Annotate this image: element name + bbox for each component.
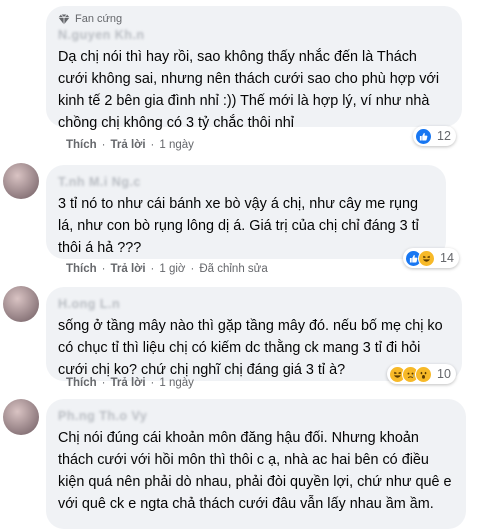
comment-text: Dạ chị nói thì hay rồi, sao không thấy n… — [58, 49, 440, 131]
comment-actions: Thích · Trả lời · 1 ngày — [66, 377, 194, 389]
avatar[interactable] — [3, 399, 39, 435]
comment-bubble: T.nh M.i Ng.c 3 tỉ nó to như cái bánh xe… — [46, 165, 446, 259]
wow-reaction-icon — [415, 365, 432, 383]
commenter-name[interactable]: H.ong L.n — [58, 296, 120, 312]
timestamp[interactable]: 1 ngày — [159, 377, 194, 389]
like-link[interactable]: Thích — [66, 377, 97, 389]
reply-link[interactable]: Trả lời — [111, 139, 146, 151]
commenter-name[interactable]: N.guyen Kh.n — [58, 27, 145, 43]
comment-bubble: Ph.ng Th.o Vy Chị nói đúng cái khoản môn… — [46, 399, 466, 529]
edited-label[interactable]: Đã chỉnh sửa — [199, 263, 267, 275]
reaction-summary[interactable]: 12 — [413, 126, 456, 146]
reaction-summary[interactable]: 14 — [403, 248, 459, 268]
comment-bubble: Fan cứng N.guyen Kh.n Dạ chị nói thì hay… — [46, 6, 462, 131]
reply-link[interactable]: Trả lời — [111, 377, 146, 389]
commenter-name[interactable]: T.nh M.i Ng.c — [58, 174, 141, 190]
timestamp[interactable]: 1 ngày — [159, 139, 194, 151]
comment-actions: Thích · Trả lời · 1 giờ · Đã chỉnh sửa — [66, 263, 268, 275]
like-link[interactable]: Thích — [66, 139, 97, 151]
reply-link[interactable]: Trả lời — [111, 263, 146, 275]
comment-text: Chị nói đúng cái khoản môn đăng hậu đối.… — [58, 430, 452, 512]
avatar[interactable] — [3, 286, 39, 322]
comment-actions: Thích · Trả lời · 1 ngày — [66, 139, 194, 151]
reaction-summary[interactable]: 10 — [387, 364, 456, 384]
reaction-count: 10 — [437, 367, 451, 381]
like-link[interactable]: Thích — [66, 263, 97, 275]
badge-label: Fan cứng — [75, 13, 123, 25]
reaction-count: 12 — [437, 129, 451, 143]
haha-reaction-icon — [418, 249, 435, 267]
commenter-name[interactable]: Ph.ng Th.o Vy — [58, 408, 147, 424]
comment-text: 3 tỉ nó to như cái bánh xe bò vậy á chị,… — [58, 196, 419, 256]
avatar[interactable] — [3, 163, 39, 199]
timestamp[interactable]: 1 giờ — [159, 263, 185, 275]
like-reaction-icon — [415, 127, 432, 145]
reaction-count: 14 — [440, 251, 454, 265]
diamond-icon — [58, 13, 70, 24]
fan-badge: Fan cứng — [58, 12, 450, 26]
